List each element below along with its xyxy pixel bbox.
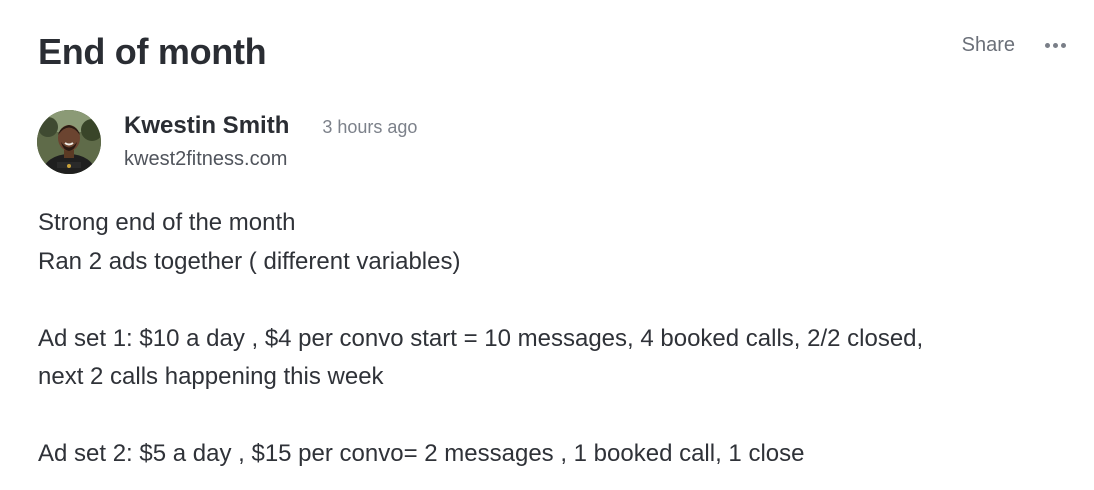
more-horizontal-icon[interactable] <box>1045 39 1066 52</box>
body-line: Strong end of the month <box>38 209 296 236</box>
author-name[interactable]: Kwestin Smith <box>124 111 289 141</box>
post-body: Strong end of the month Ran 2 ads togeth… <box>38 204 1068 474</box>
author-block: Kwestin Smith 3 hours ago kwest2fitness.… <box>37 110 417 174</box>
avatar[interactable] <box>37 110 101 174</box>
body-line: Ad set 1: $10 a day , $4 per convo start… <box>38 324 924 352</box>
post-actions: Share <box>962 32 1066 58</box>
body-line: next 2 calls happening this week <box>38 363 384 390</box>
author-website[interactable]: kwest2fitness.com <box>124 146 417 172</box>
post-header: End of month Share <box>38 30 1066 74</box>
body-line: Ad set 2: $5 a day , $15 per convo= 2 me… <box>38 440 805 467</box>
post-title: End of month <box>38 31 267 72</box>
body-line: Ran 2 ads together ( different variables… <box>38 247 461 275</box>
author-line: Kwestin Smith 3 hours ago <box>124 111 417 142</box>
share-button[interactable]: Share <box>962 32 1015 58</box>
post-timestamp: 3 hours ago <box>322 117 418 137</box>
author-meta: Kwestin Smith 3 hours ago kwest2fitness.… <box>124 110 417 172</box>
